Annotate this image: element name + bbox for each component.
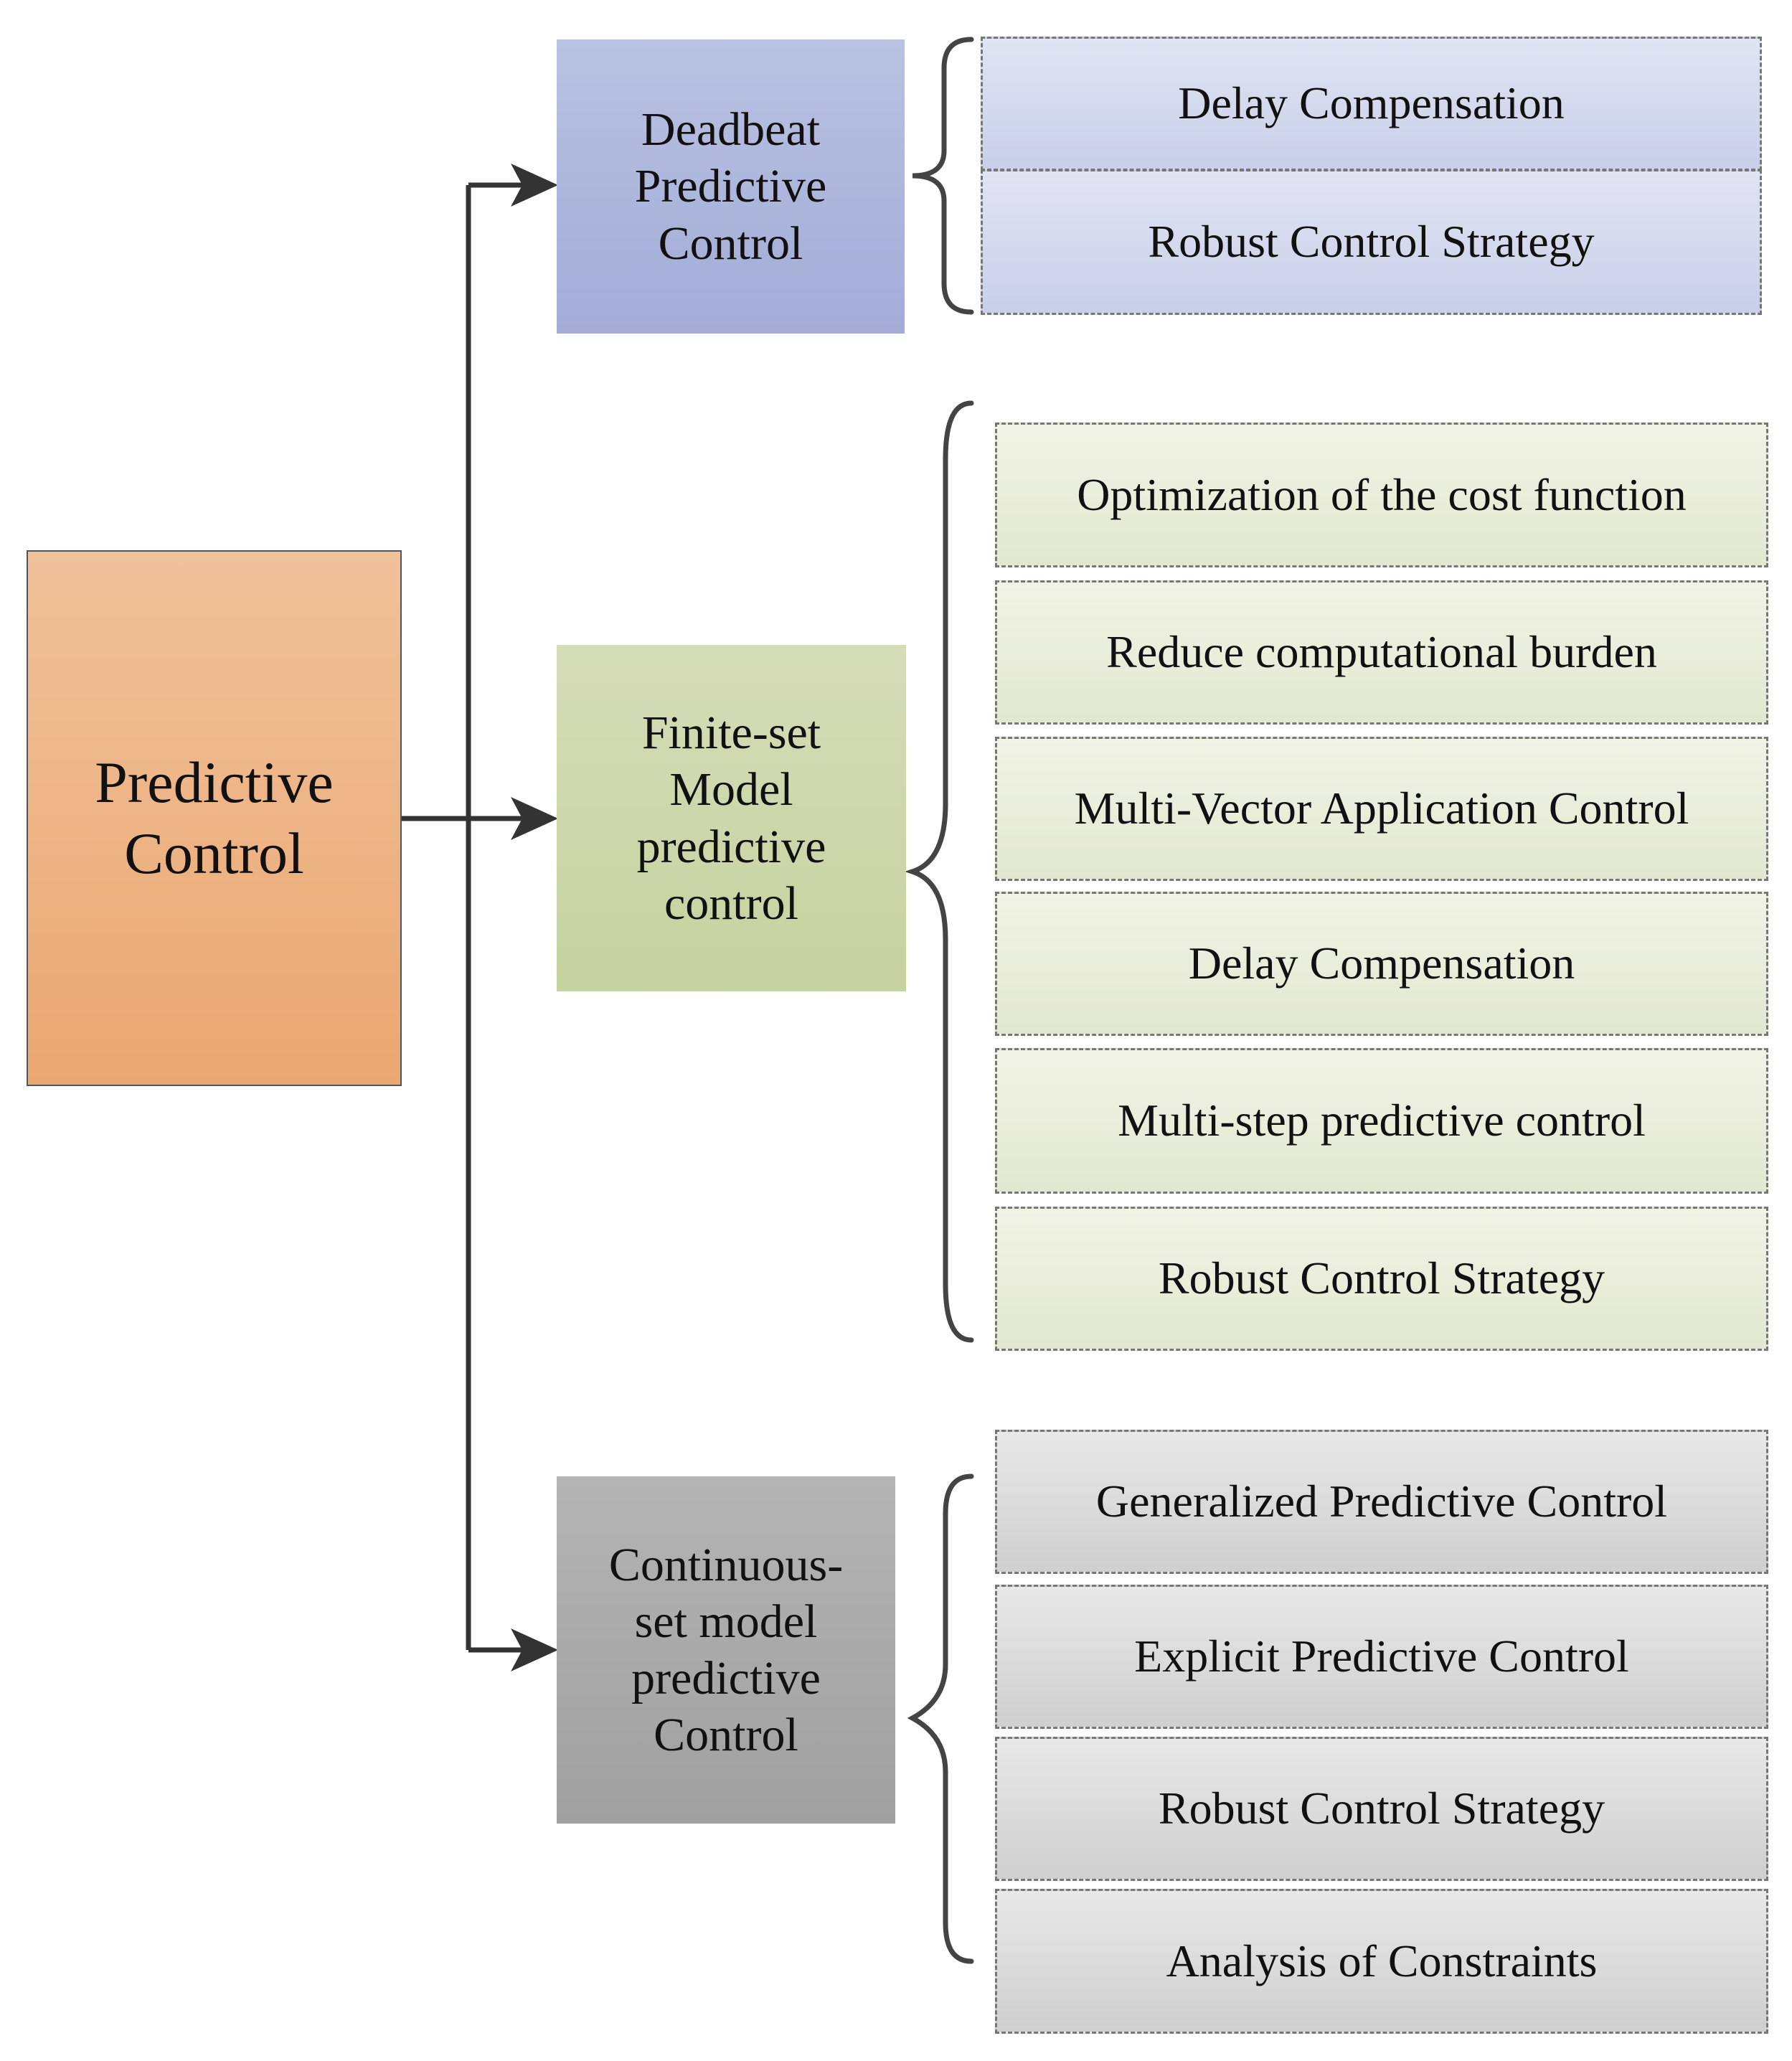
root-label: Predictive Control [95, 750, 334, 886]
leaf-item: Analysis of Constraints [995, 1889, 1768, 2034]
leaf-item: Generalized Predictive Control [995, 1430, 1768, 1574]
leaf-item: Robust Control Strategy [995, 1207, 1768, 1351]
brace-deadbeat [912, 37, 974, 315]
branch-label: Finite-set Model predictive control [636, 707, 826, 930]
leaf-item: Robust Control Strategy [981, 169, 1762, 315]
brace-continuous [907, 1473, 974, 1964]
leaf-item: Delay Compensation [981, 37, 1762, 171]
branch-deadbeat: Deadbeat Predictive Control [557, 39, 905, 334]
leaf-item: Reduce computational burden [995, 580, 1768, 725]
leaf-item: Optimization of the cost function [995, 423, 1768, 567]
brace-finite [904, 400, 974, 1343]
leaf-item: Multi-step predictive control [995, 1048, 1768, 1194]
branch-finite-set: Finite-set Model predictive control [557, 645, 906, 991]
branch-label: Deadbeat Predictive Control [634, 103, 827, 270]
root-node: Predictive Control [27, 550, 402, 1086]
leaf-item: Multi-Vector Application Control [995, 737, 1768, 881]
branch-label: Continuous-set model predictive Control [608, 1538, 844, 1762]
leaf-item: Explicit Predictive Control [995, 1585, 1768, 1729]
leaf-item: Delay Compensation [995, 892, 1768, 1036]
branch-continuous-set: Continuous-set model predictive Control [557, 1476, 895, 1824]
leaf-item: Robust Control Strategy [995, 1737, 1768, 1881]
